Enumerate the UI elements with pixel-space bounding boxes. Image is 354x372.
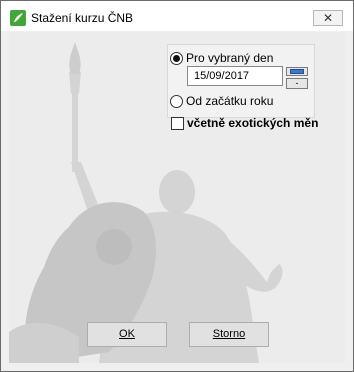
radio-checked-dot	[173, 55, 180, 62]
title-bar[interactable]: Stažení kurzu ČNB ✕	[1, 1, 353, 31]
calendar-icon	[290, 69, 304, 74]
radio-selected-day-label: Pro vybraný den	[186, 51, 274, 65]
window-title: Stažení kurzu ČNB	[31, 11, 134, 25]
ok-button[interactable]: OK	[87, 322, 167, 347]
date-input[interactable]	[187, 66, 283, 86]
app-icon	[10, 10, 26, 26]
include-exotic-label: včetně exotických měn	[187, 116, 319, 130]
calendar-button[interactable]	[286, 67, 308, 76]
ok-button-label: OK	[119, 328, 135, 340]
app-logo-icon	[14, 13, 23, 22]
close-button[interactable]: ✕	[313, 10, 343, 26]
cancel-button[interactable]: Storno	[189, 322, 269, 347]
close-icon: ✕	[322, 11, 334, 25]
radio-year-start-label: Od začátku roku	[186, 94, 274, 108]
dialog-body: Pro vybraný den - Od začátku roku včetně…	[9, 32, 345, 363]
calendar-minus-button[interactable]: -	[286, 78, 308, 89]
dialog-window: Stažení kurzu ČNB ✕ Pro vybraný den 15/0…	[0, 0, 354, 372]
radio-selected-day-button[interactable]	[170, 52, 183, 65]
include-exotic-checkbox[interactable]	[171, 117, 184, 130]
radio-year-start-button[interactable]	[170, 95, 183, 108]
cancel-button-label: Storno	[212, 328, 246, 340]
